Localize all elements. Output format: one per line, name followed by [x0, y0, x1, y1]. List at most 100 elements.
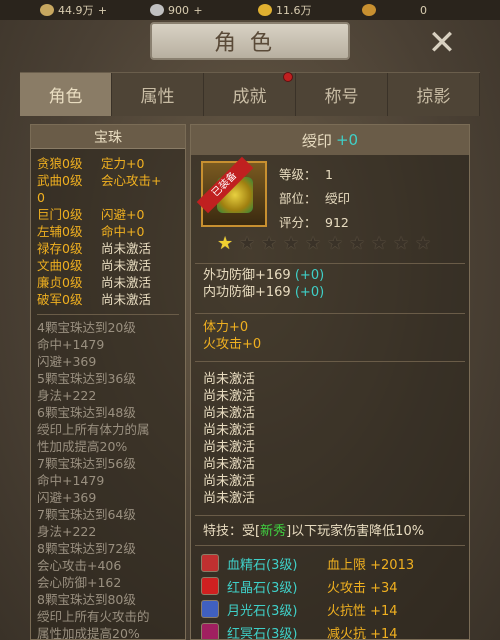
stone-attr: 火攻击 +34 [327, 580, 398, 596]
gem-value: 尚未激活 [101, 292, 152, 307]
gem-value: 尚未激活 [101, 241, 152, 256]
info-label: 评分： [279, 215, 317, 230]
star-filled-icon: ★ [217, 233, 234, 254]
gemstone-list: 血精石(3级) 血上限 +2013 红晶石(3级) 火攻击 +34 月光石(3级… [201, 553, 414, 640]
gold-bag-icon [362, 4, 376, 16]
divider [195, 313, 465, 314]
inactive-line: 尚未激活 [203, 389, 256, 404]
star-empty-icon: ★ [239, 233, 256, 254]
attr-line: 内功防御+169 (+0) [203, 284, 324, 301]
add-coin-button[interactable]: + [98, 4, 108, 17]
gem-row: 左辅0级 命中+0 [37, 223, 179, 240]
star-empty-icon: ★ [261, 233, 278, 254]
info-row-score: 评分： 912 [279, 211, 350, 235]
bonus-line: 会心防御+162 [37, 575, 122, 590]
gem-list: 贪狼0级 定力+0 武曲0级 会心攻击+ 0 巨门0级 闪避+0 左辅0级 命中+0 禄… [31, 149, 185, 308]
gemstone-row[interactable]: 月光石(3级) 火抗性 +14 [201, 599, 414, 619]
inactive-line: 尚未激活 [203, 406, 256, 421]
coin-resource: 44.9万 + [40, 0, 108, 20]
attr-text: 内功防御+169 [203, 285, 291, 300]
gem-name: 贪狼0级 [37, 156, 83, 171]
tab-attributes[interactable]: 属性 [112, 73, 204, 116]
divider [195, 263, 465, 264]
tab-achievements[interactable]: 成就 [204, 73, 296, 116]
bonus-line: 闪避+369 [37, 354, 97, 369]
gold-ingot-icon [258, 4, 272, 16]
close-button[interactable]: ✕ [420, 23, 464, 63]
gem-value: 尚未激活 [101, 258, 152, 273]
inactive-attributes: 尚未激活 尚未激活 尚未激活 尚未激活 尚未激活 尚未激活 尚未激活 尚未激活 [203, 371, 255, 507]
special-skill: 特技：受[新秀]以下玩家伤害降低10% [203, 523, 424, 540]
info-value: 912 [325, 215, 349, 230]
item-detail-panel[interactable]: 绶印 +0 已装备 等级： 1 部位： 绶印 评分： 912 ★ ★ ★ ★ ★ ★ ★ ★ ★ ★ 外… [190, 124, 470, 640]
base-attributes: 外功防御+169 (+0) 内功防御+169 (+0) [203, 267, 324, 301]
tab-titles[interactable]: 称号 [296, 73, 388, 116]
star-rating: ★ ★ ★ ★ ★ ★ ★ ★ ★ ★ [217, 235, 433, 253]
gem-name: 左辅0级 [37, 224, 83, 239]
bag-amount: 0 [420, 3, 427, 17]
tab-glimpses[interactable]: 掠影 [388, 73, 480, 116]
page-title: 角色 [213, 31, 286, 56]
red-dark-stone-icon [201, 623, 219, 639]
blood-stone-icon [201, 554, 219, 572]
stone-name: 血精石(3级) [227, 557, 298, 573]
red-crystal-icon [201, 577, 219, 595]
info-label: 部位： [279, 191, 317, 206]
gem-panel-header: 宝珠 [31, 125, 185, 149]
silver-amount: 900 [168, 3, 189, 17]
star-empty-icon: ★ [371, 233, 388, 254]
gem-name: 禄存0级 [37, 241, 83, 256]
silver-ingot-icon [150, 4, 164, 16]
gem-row: 文曲0级 尚未激活 [37, 257, 179, 274]
gem-row: 武曲0级 会心攻击+ [37, 172, 179, 189]
gem-value: 尚未激活 [101, 275, 152, 290]
stone-attr: 火抗性 +14 [327, 603, 398, 619]
inactive-line: 尚未激活 [203, 423, 256, 438]
star-empty-icon: ★ [393, 233, 410, 254]
bonus-line: 闪避+369 [37, 490, 97, 505]
gold-amount: 11.6万 [276, 4, 312, 17]
star-empty-icon: ★ [327, 233, 344, 254]
attr-bonus: (+0) [294, 285, 325, 300]
bonus-line: 命中+1479 [37, 337, 105, 352]
bonus-line: 身法+222 [37, 388, 97, 403]
item-slot[interactable]: 已装备 [196, 156, 267, 227]
gold-resource: 11.6万 [258, 0, 312, 20]
stone-name: 红冥石(3级) [227, 626, 298, 640]
gem-value: 定力+0 [101, 156, 145, 171]
star-empty-icon: ★ [349, 233, 366, 254]
stone-name: 月光石(3级) [227, 603, 298, 619]
skill-label: 特技： [203, 524, 243, 539]
extra-attributes: 体力+0 火攻击+0 [203, 319, 261, 353]
bonus-line: 绶印上所有火攻击的 [37, 609, 150, 624]
stone-name: 红晶石(3级) [227, 580, 298, 596]
divider [195, 545, 465, 546]
tab-character[interactable]: 角色 [20, 73, 112, 116]
bonus-line: 6颗宝珠达到48级 [37, 405, 136, 420]
gem-name: 武曲0级 [37, 173, 83, 188]
coin-amount: 44.9万 [58, 4, 94, 17]
moonstone-icon [201, 600, 219, 618]
bonus-line: 绶印上所有体力的属 [37, 422, 150, 437]
gemstone-row[interactable]: 血精石(3级) 血上限 +2013 [201, 553, 414, 573]
coin-icon [40, 4, 54, 16]
info-row-level: 等级： 1 [279, 163, 350, 187]
divider [37, 314, 179, 315]
gem-name: 0 [37, 190, 45, 205]
divider [195, 515, 465, 516]
bonus-line: 会心攻击+406 [37, 558, 122, 573]
attr-line: 火攻击+0 [203, 337, 262, 352]
gem-panel[interactable]: 宝珠 贪狼0级 定力+0 武曲0级 会心攻击+ 0 巨门0级 闪避+0 左辅0级 命中+… [30, 124, 186, 640]
inactive-line: 尚未激活 [203, 457, 256, 472]
gem-value [101, 189, 179, 206]
item-enhance-level: +0 [335, 131, 359, 149]
attr-line: 体力+0 [203, 320, 249, 335]
inactive-line: 尚未激活 [203, 474, 256, 489]
info-row-slot: 部位： 绶印 [279, 187, 350, 211]
skill-tag: 新秀 [260, 524, 287, 539]
add-silver-button[interactable]: + [193, 4, 203, 17]
gem-row: 破军0级 尚未激活 [37, 291, 179, 308]
close-icon: ✕ [427, 23, 457, 63]
gemstone-row[interactable]: 红晶石(3级) 火攻击 +34 [201, 576, 414, 596]
gemstone-row[interactable]: 红冥石(3级) 减火抗 +14 [201, 622, 414, 640]
